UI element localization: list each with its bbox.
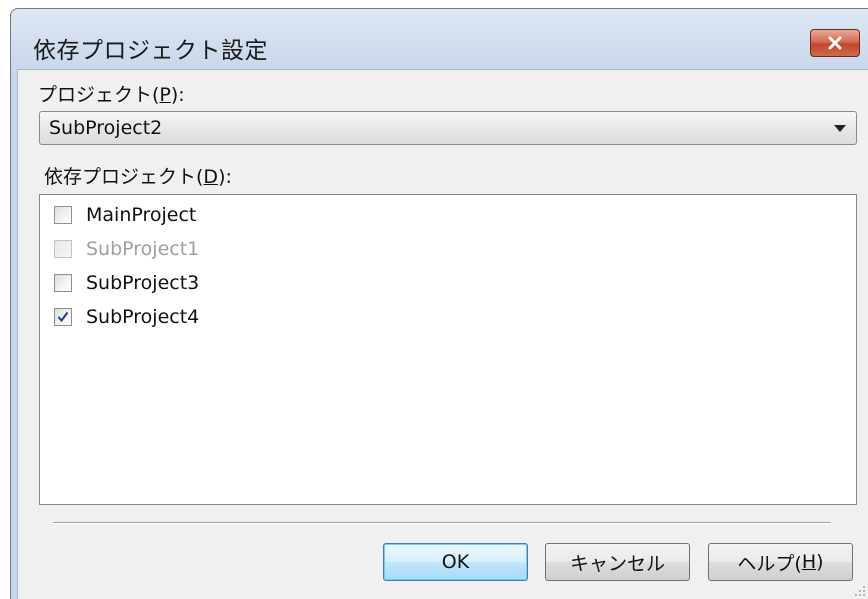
help-button[interactable]: ヘルプ(H) <box>708 543 853 581</box>
list-item-subproject3[interactable]: SubProject3 <box>54 269 199 297</box>
dependencies-label-key: D <box>203 166 219 188</box>
dependencies-label-prefix: 依存プロジェクト( <box>44 166 204 188</box>
checkbox-subproject1 <box>54 240 72 258</box>
cancel-button[interactable]: キャンセル <box>545 543 690 581</box>
dependencies-label-suffix: ): <box>218 166 232 188</box>
close-icon <box>828 36 842 50</box>
list-item-mainproject[interactable]: MainProject <box>54 201 196 229</box>
dependency-list[interactable]: MainProject SubProject1 SubProject3 SubP… <box>39 194 857 505</box>
dialog-client-area: プロジェクト(P): SubProject2 依存プロジェクト(D): Main… <box>17 69 868 599</box>
checkbox-mainproject[interactable] <box>54 206 72 224</box>
list-item-subproject1: SubProject1 <box>54 235 199 263</box>
dialog-title: 依存プロジェクト設定 <box>33 38 268 64</box>
project-label-suffix: ): <box>170 84 185 106</box>
separator-line <box>53 522 831 524</box>
project-dropdown[interactable]: SubProject2 <box>39 111 857 145</box>
list-item-label: MainProject <box>86 204 197 226</box>
list-item-label: SubProject3 <box>86 272 200 294</box>
resize-grip-icon[interactable] <box>852 583 866 597</box>
help-button-key: H <box>801 551 817 573</box>
ok-button[interactable]: OK <box>383 543 528 581</box>
checkbox-subproject3[interactable] <box>54 274 72 292</box>
close-button[interactable] <box>810 29 860 57</box>
checkbox-subproject4[interactable] <box>54 308 72 326</box>
dependencies-label: 依存プロジェクト(D): <box>44 162 232 189</box>
project-label-key: P <box>159 84 171 106</box>
chevron-down-icon[interactable] <box>834 125 846 132</box>
help-button-prefix: ヘルプ( <box>737 552 802 575</box>
list-item-subproject4[interactable]: SubProject4 <box>54 303 199 331</box>
list-item-label: SubProject4 <box>86 306 200 328</box>
checkmark-icon <box>57 311 69 323</box>
project-dropdown-value: SubProject2 <box>49 117 163 139</box>
project-label-prefix: プロジェクト( <box>38 84 160 106</box>
title-bar[interactable]: 依存プロジェクト設定 <box>11 9 868 73</box>
dialog-window: 依存プロジェクト設定 プロジェクト(P): SubProject2 依存プロジェ… <box>10 8 868 599</box>
help-button-suffix: ) <box>816 551 824 573</box>
list-item-label: SubProject1 <box>86 238 200 260</box>
project-label: プロジェクト(P): <box>38 80 185 107</box>
